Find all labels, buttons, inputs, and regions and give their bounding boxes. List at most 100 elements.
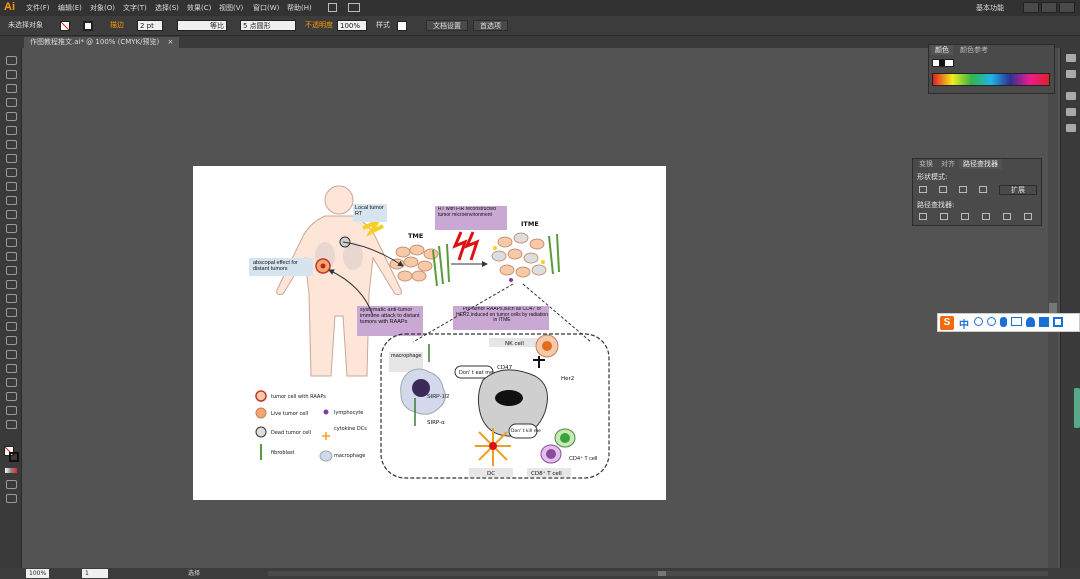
opacity-label[interactable]: 不透明度	[305, 20, 333, 31]
side-widget-icon[interactable]	[1074, 388, 1080, 428]
hand-tool-icon[interactable]	[6, 406, 17, 415]
menu-window[interactable]: 窗口(W)	[253, 3, 279, 13]
tab-pathfinder[interactable]: 路径查找器	[959, 159, 1002, 169]
h-scroll-thumb[interactable]	[658, 571, 666, 576]
stroke-label[interactable]: 描边	[110, 20, 124, 31]
intersect-icon[interactable]	[959, 186, 967, 193]
type-tool-icon[interactable]	[6, 126, 17, 135]
trim-icon[interactable]	[940, 213, 948, 220]
horizontal-scrollbar[interactable]	[268, 571, 1048, 576]
workspace-switcher[interactable]: 基本功能	[976, 3, 1004, 13]
tab-align[interactable]: 对齐	[937, 159, 959, 169]
stroke-weight-input[interactable]: 2 pt	[137, 20, 163, 31]
scale-tool-icon[interactable]	[6, 224, 17, 233]
lasso-tool-icon[interactable]	[6, 98, 17, 107]
symbols-icon[interactable]	[1066, 124, 1076, 132]
unite-icon[interactable]	[919, 186, 927, 193]
swatches-icon[interactable]	[1066, 70, 1076, 78]
color-panel-icon[interactable]	[1066, 54, 1076, 62]
width-tool-icon[interactable]	[6, 238, 17, 247]
outline-icon[interactable]	[1003, 213, 1011, 220]
brush-select[interactable]: 5 点圆形	[240, 20, 296, 31]
shape-builder-tool-icon[interactable]	[6, 266, 17, 275]
expand-button[interactable]: 扩展	[999, 185, 1037, 195]
draw-mode-icon[interactable]	[6, 480, 17, 489]
slice-tool-icon[interactable]	[6, 392, 17, 401]
stroke-profile-select[interactable]: 等比	[177, 20, 227, 31]
rectangle-tool-icon[interactable]	[6, 154, 17, 163]
fill-swatch[interactable]	[60, 21, 70, 31]
mesh-tool-icon[interactable]	[6, 294, 17, 303]
ime-language[interactable]: 中	[959, 316, 969, 331]
tab-color-guide[interactable]: 颜色参考	[956, 45, 992, 55]
nk-cell-label: NK cell	[505, 341, 524, 347]
zoom-select[interactable]: 100%	[26, 569, 50, 578]
divide-icon[interactable]	[919, 213, 927, 220]
color-swatches[interactable]	[932, 59, 954, 67]
rotate-tool-icon[interactable]	[6, 210, 17, 219]
document-setup-button[interactable]: 文档设置	[426, 20, 468, 31]
merge-icon[interactable]	[961, 213, 969, 220]
column-graph-tool-icon[interactable]	[6, 364, 17, 373]
pencil-tool-icon[interactable]	[6, 182, 17, 191]
paintbrush-tool-icon[interactable]	[6, 168, 17, 177]
preferences-button[interactable]: 首选项	[473, 20, 508, 31]
free-transform-tool-icon[interactable]	[6, 252, 17, 261]
emoji-icon[interactable]	[974, 317, 983, 326]
symbol-sprayer-tool-icon[interactable]	[6, 350, 17, 359]
keyboard-icon[interactable]	[1011, 317, 1022, 326]
stroke-color-icon[interactable]	[9, 452, 19, 462]
line-tool-icon[interactable]	[6, 140, 17, 149]
ime-settings-icon[interactable]	[987, 317, 996, 326]
ime-logo[interactable]: S	[940, 316, 954, 330]
menu-type[interactable]: 文字(T)	[123, 3, 147, 13]
vertical-scrollbar[interactable]	[1048, 48, 1058, 568]
crop-icon[interactable]	[982, 213, 990, 220]
eyedropper-tool-icon[interactable]	[6, 322, 17, 331]
maximize-button[interactable]	[1041, 2, 1057, 13]
pen-tool-icon[interactable]	[6, 112, 17, 121]
arrange-docs-icon[interactable]	[348, 3, 360, 12]
screen-mode-icon[interactable]	[6, 494, 17, 503]
user-icon[interactable]	[1026, 317, 1035, 327]
tab-color[interactable]: 颜色	[931, 45, 953, 55]
eraser-tool-icon[interactable]	[6, 196, 17, 205]
skin-icon[interactable]	[1039, 317, 1049, 327]
menu-view[interactable]: 视图(V)	[219, 3, 243, 13]
color-mode-icon[interactable]	[5, 468, 17, 473]
opacity-input[interactable]: 100%	[337, 20, 367, 31]
minimize-button[interactable]	[1023, 2, 1039, 13]
menu-help[interactable]: 帮助(H)	[287, 3, 312, 13]
style-swatch[interactable]	[397, 21, 407, 31]
artboard-tool-icon[interactable]	[6, 378, 17, 387]
menu-effect[interactable]: 效果(C)	[187, 3, 211, 13]
toolbox-icon[interactable]	[1053, 317, 1063, 327]
magic-wand-tool-icon[interactable]	[6, 84, 17, 93]
document-tab[interactable]: 作图教程推文.ai* @ 100% (CMYK/预览) ×	[24, 37, 180, 48]
selection-tool-icon[interactable]	[6, 56, 17, 65]
minus-front-icon[interactable]	[939, 186, 947, 193]
stroke-swatch[interactable]	[83, 21, 93, 31]
artboard[interactable]: Local tumor RT abscopal effect for dista…	[193, 166, 666, 500]
menu-file[interactable]: 文件(F)	[26, 3, 50, 13]
gradient-tool-icon[interactable]	[6, 308, 17, 317]
artboards-icon[interactable]	[1066, 108, 1076, 116]
bridge-icon[interactable]	[328, 3, 337, 12]
close-tab-icon[interactable]: ×	[168, 38, 174, 46]
zoom-tool-icon[interactable]	[6, 420, 17, 429]
blend-tool-icon[interactable]	[6, 336, 17, 345]
close-window-button[interactable]	[1059, 2, 1075, 13]
color-spectrum[interactable]	[932, 73, 1050, 86]
perspective-grid-tool-icon[interactable]	[6, 280, 17, 289]
tab-transform[interactable]: 变换	[915, 159, 937, 169]
scroll-thumb[interactable]	[1049, 303, 1057, 313]
artboard-number[interactable]: 1	[82, 569, 108, 578]
layers-icon[interactable]	[1066, 92, 1076, 100]
direct-selection-tool-icon[interactable]	[6, 70, 17, 79]
menu-edit[interactable]: 编辑(E)	[58, 3, 82, 13]
microphone-icon[interactable]	[1000, 317, 1007, 327]
exclude-icon[interactable]	[979, 186, 987, 193]
menu-object[interactable]: 对象(O)	[90, 3, 115, 13]
menu-select[interactable]: 选择(S)	[155, 3, 179, 13]
minus-back-icon[interactable]	[1024, 213, 1032, 220]
